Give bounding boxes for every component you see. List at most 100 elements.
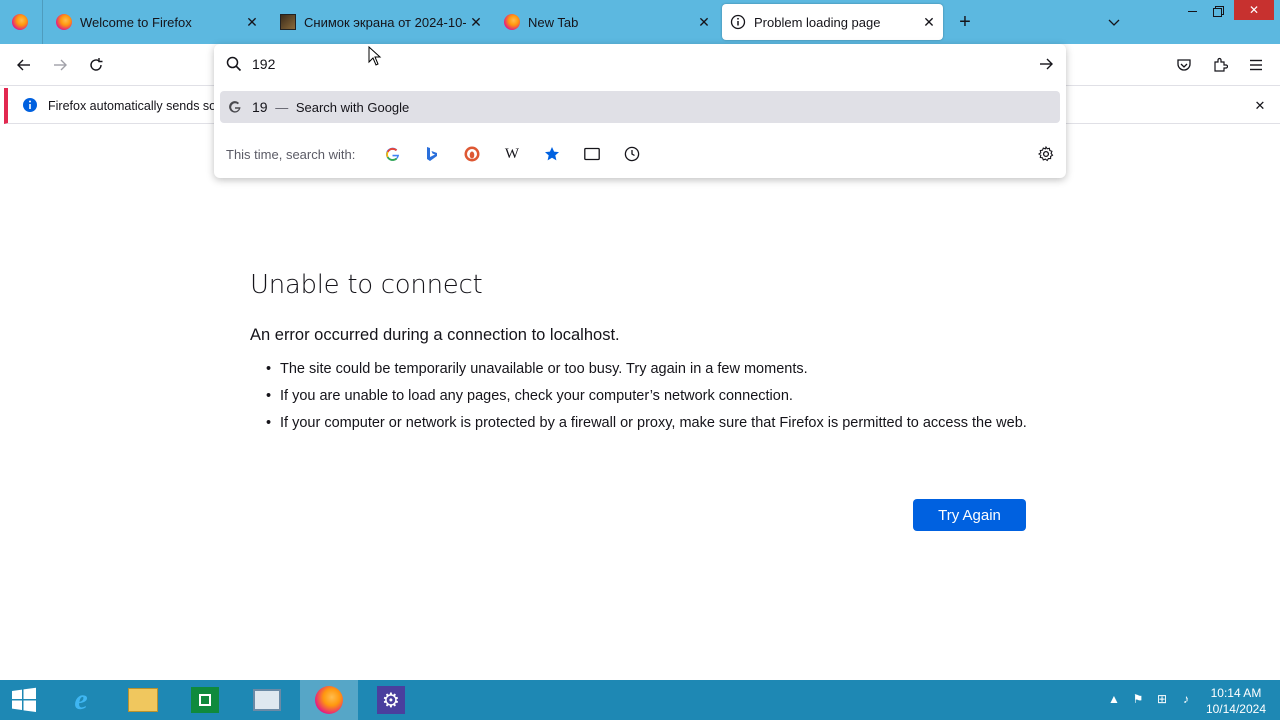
taskbar-firefox[interactable] <box>300 680 358 720</box>
tab-welcome[interactable]: Welcome to Firefox ✕ <box>48 0 266 44</box>
start-button[interactable] <box>0 680 48 720</box>
list-all-tabs-button[interactable] <box>1100 8 1128 36</box>
suggestion-query: 19 <box>252 99 268 115</box>
history-engine-button[interactable] <box>620 142 644 166</box>
notification-text: Firefox automatically sends som <box>48 99 227 113</box>
windows-logo-icon <box>12 687 36 712</box>
list-item: The site could be temporarily unavailabl… <box>266 359 1030 379</box>
forward-arrow-icon <box>54 59 67 71</box>
taskbar-settings[interactable]: ⚙ <box>362 680 420 720</box>
duckduckgo-icon <box>464 146 480 162</box>
tab-strip: Welcome to Firefox ✕ Снимок экрана от 20… <box>0 0 1280 44</box>
address-bar-popup: 19 — Search with Google This time, searc… <box>214 44 1066 178</box>
forward-button[interactable] <box>46 51 74 79</box>
show-hidden-icons-button[interactable]: ▲ <box>1106 692 1122 708</box>
plus-icon: + <box>959 10 971 33</box>
go-button[interactable] <box>1032 50 1060 78</box>
app-menu-button[interactable] <box>1242 51 1270 79</box>
close-icon[interactable]: ✕ <box>244 14 260 30</box>
restore-icon <box>1212 5 1224 17</box>
close-icon: ✕ <box>1254 98 1266 113</box>
bookmarks-engine-button[interactable] <box>540 142 564 166</box>
folder-icon <box>128 688 158 712</box>
close-icon[interactable]: ✕ <box>468 14 484 30</box>
tabs-engine-button[interactable] <box>580 142 604 166</box>
tab-label: Снимок экрана от 2024-10-14 <box>304 14 466 30</box>
clock-icon <box>624 146 640 162</box>
tab-new-tab[interactable]: New Tab ✕ <box>496 0 718 44</box>
close-window-button[interactable]: ✕ <box>1234 0 1274 20</box>
close-icon[interactable]: ✕ <box>921 14 937 30</box>
system-clock[interactable]: 10:14 AM 10/14/2024 <box>1206 685 1266 717</box>
error-title: Unable to connect <box>250 270 483 300</box>
clock-date: 10/14/2024 <box>1205 702 1266 716</box>
computer-icon <box>253 689 281 711</box>
taskbar-remote-desktop[interactable] <box>238 680 296 720</box>
tab-label: Welcome to Firefox <box>80 14 192 30</box>
list-item: If you are unable to load any pages, che… <box>266 386 1030 406</box>
puzzle-icon <box>1214 57 1228 72</box>
search-suggestion-row[interactable]: 19 — Search with Google <box>220 91 1060 123</box>
search-icon <box>226 56 242 72</box>
firefox-icon <box>504 14 520 30</box>
wikipedia-engine-button[interactable]: W <box>500 142 524 166</box>
tab-label: New Tab <box>528 14 579 30</box>
minimize-button[interactable] <box>1178 0 1206 22</box>
wikipedia-icon: W <box>504 145 520 162</box>
extensions-button[interactable] <box>1206 51 1234 79</box>
tab-screenshot[interactable]: Снимок экрана от 2024-10-14 ✕ <box>272 0 490 44</box>
error-subtitle: An error occurred during a connection to… <box>250 326 620 344</box>
suggestion-text: 19 — Search with Google <box>252 99 409 115</box>
info-icon <box>23 98 37 112</box>
flag-icon[interactable]: ⚑ <box>1130 692 1146 708</box>
windows-taskbar: e ⚙ ▲ ⚑ ⊞ ♪ 10:14 AM 10/14/2024 <box>0 680 1280 720</box>
bing-icon <box>427 147 437 161</box>
restore-button[interactable] <box>1204 0 1232 22</box>
network-icon[interactable]: ⊞ <box>1154 692 1170 708</box>
minimize-icon <box>1187 10 1197 12</box>
taskbar-internet-explorer[interactable]: e <box>52 680 110 720</box>
info-icon <box>730 14 746 30</box>
firefox-icon <box>56 14 72 30</box>
gear-icon <box>1038 146 1054 162</box>
back-button[interactable] <box>10 51 38 79</box>
error-suggestions: The site could be temporarily unavailabl… <box>266 359 1030 433</box>
reload-button[interactable] <box>82 51 110 79</box>
taskbar-store[interactable] <box>176 680 234 720</box>
pocket-icon <box>1177 59 1191 71</box>
close-icon: ✕ <box>1248 3 1260 17</box>
chevron-down-icon <box>1108 19 1120 26</box>
search-settings-button[interactable] <box>1034 142 1058 166</box>
star-icon <box>545 147 559 161</box>
mouse-cursor-icon <box>368 46 382 66</box>
google-engine-button[interactable] <box>380 142 404 166</box>
new-tab-button[interactable]: + <box>951 8 979 36</box>
error-page: Unable to connect An error occurred duri… <box>250 270 1030 440</box>
list-item: If your computer or network is protected… <box>266 413 1030 433</box>
address-input[interactable] <box>252 56 1012 72</box>
back-arrow-icon <box>17 59 30 71</box>
taskbar-file-explorer[interactable] <box>114 680 172 720</box>
duckduckgo-engine-button[interactable] <box>460 142 484 166</box>
image-icon <box>280 14 296 30</box>
try-again-button[interactable]: Try Again <box>913 499 1026 531</box>
search-with-label: This time, search with: <box>226 147 356 162</box>
settings-gear-icon: ⚙ <box>377 686 405 714</box>
speaker-muted-icon[interactable]: ♪ <box>1178 692 1194 708</box>
firefox-icon <box>315 686 343 714</box>
google-icon <box>229 101 241 113</box>
arrow-right-icon <box>1040 58 1053 70</box>
firefox-icon <box>12 14 28 30</box>
notification-close-button[interactable]: ✕ <box>1246 92 1274 120</box>
hamburger-menu-icon <box>1250 59 1262 71</box>
tab-problem-loading[interactable]: Problem loading page ✕ <box>722 4 943 40</box>
suggestion-dash: — <box>275 100 289 115</box>
pocket-button[interactable] <box>1170 51 1198 79</box>
google-icon <box>385 147 399 161</box>
clock-time: 10:14 AM <box>1210 686 1262 700</box>
bing-engine-button[interactable] <box>420 142 444 166</box>
firefox-view-button[interactable] <box>6 8 34 36</box>
tab-label: Problem loading page <box>754 14 881 30</box>
tab-divider <box>42 0 43 44</box>
close-icon[interactable]: ✕ <box>696 14 712 30</box>
